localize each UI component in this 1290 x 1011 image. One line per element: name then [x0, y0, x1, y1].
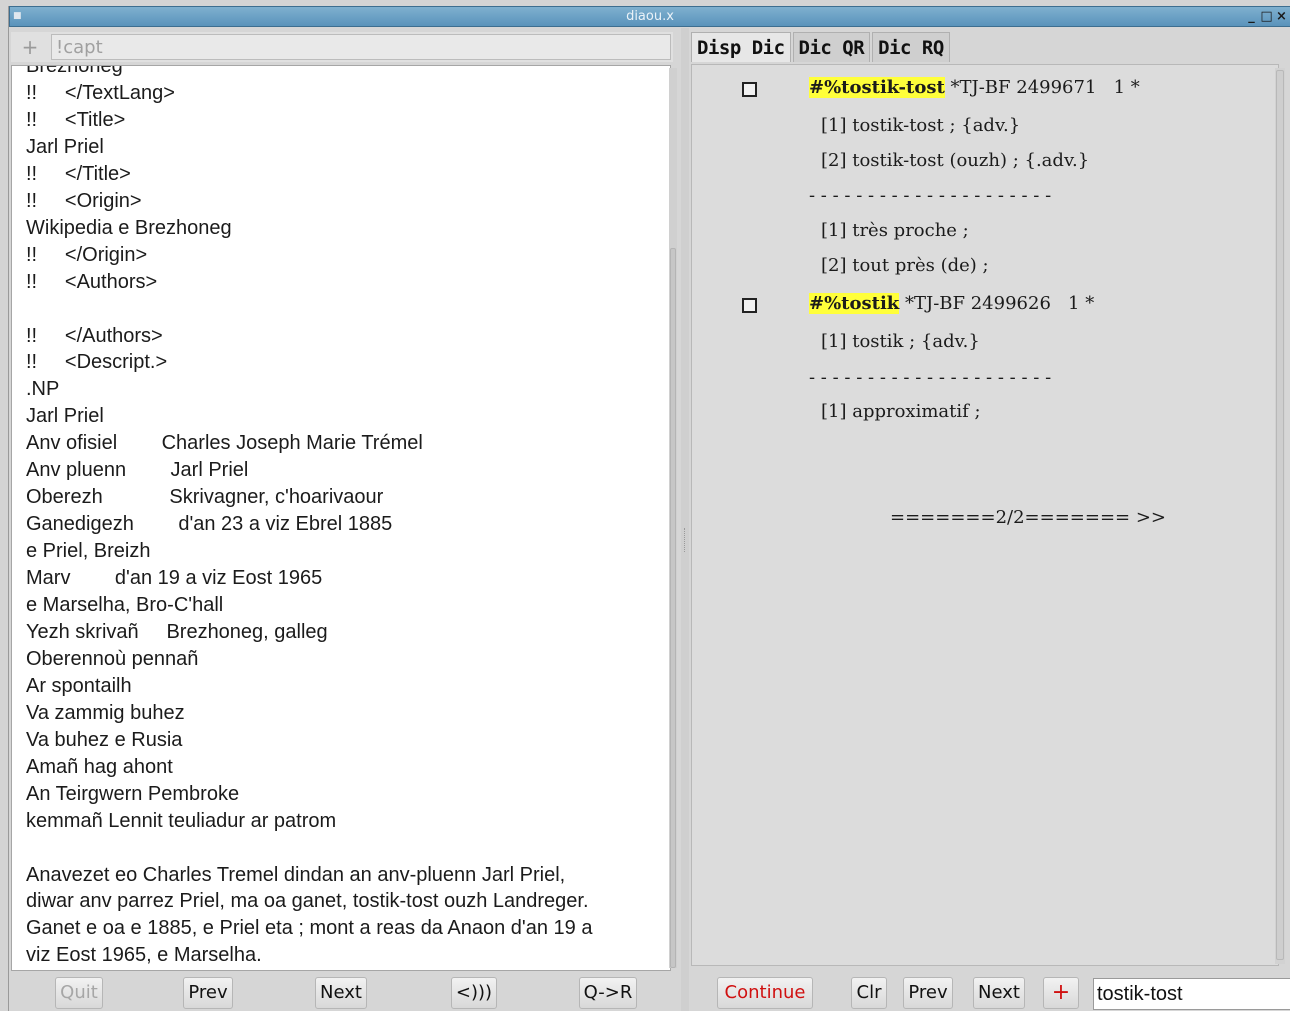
- text-line: !! </TextLang>: [26, 81, 175, 104]
- entry-checkbox[interactable]: [742, 82, 757, 97]
- text-line: Marv d'an 19 a viz Eost 1965: [26, 567, 323, 590]
- text-line: Jarl Priel: [26, 405, 104, 428]
- entry-translation: [2] tout près (de) ;: [821, 255, 989, 276]
- scroll-thumb[interactable]: [670, 248, 676, 968]
- text-line: Ganedigezh d'an 23 a viz Ebrel 1885: [26, 513, 393, 536]
- pane-splitter[interactable]: [681, 28, 689, 1011]
- window-title: diaou.x: [626, 9, 674, 24]
- text-line: Anavezet eo Charles Tremel dindan an anv…: [26, 863, 566, 886]
- entry-header: #%tostik *TJ-BF 2499626 1 *: [809, 293, 1094, 315]
- text-line: Oberennoù pennañ: [26, 647, 199, 670]
- entry-sense: [1] tostik-tost ; {adv.}: [821, 115, 1021, 136]
- text-line: !! <Descript.>: [26, 351, 168, 374]
- word-input[interactable]: [1093, 978, 1290, 1010]
- speak-button[interactable]: <))): [451, 977, 497, 1009]
- text-line: kemmañ Lennit teuliadur ar patrom: [26, 809, 337, 832]
- text-line: .NP: [26, 378, 60, 401]
- text-line: !! </Authors>: [26, 324, 163, 347]
- entry-headword[interactable]: #%tostik: [809, 293, 900, 314]
- dictionary-pane: Disp Dic Dic QR Dic RQ #%tostik-tost *TJ…: [689, 28, 1290, 1011]
- scroll-thumb[interactable]: [1276, 70, 1284, 960]
- tab-dic-qr[interactable]: Dic QR: [792, 32, 871, 62]
- entry-meta: *TJ-BF 2499671 1 *: [944, 77, 1140, 98]
- minimize-icon[interactable]: _: [1245, 8, 1258, 25]
- maximize-icon[interactable]: □: [1260, 8, 1273, 25]
- entry-header: #%tostik-tost *TJ-BF 2499671 1 *: [809, 77, 1140, 99]
- text-scrollbar[interactable]: [669, 68, 677, 968]
- next-button[interactable]: Next: [315, 977, 367, 1009]
- app-window: ■ diaou.x _ □ × + Brezhoneg !! </TextLang…: [8, 6, 1290, 1011]
- query-reverse-button[interactable]: Q->R: [579, 977, 637, 1009]
- tab-disp-dic[interactable]: Disp Dic: [691, 32, 791, 62]
- entry-translation: [1] approximatif ;: [821, 401, 981, 422]
- prev-button[interactable]: Prev: [903, 977, 953, 1009]
- entry-translation: [1] très proche ;: [821, 220, 969, 241]
- quit-button[interactable]: Quit: [55, 977, 103, 1009]
- dictionary-tabs: Disp Dic Dic QR Dic RQ: [691, 32, 952, 62]
- text-line: !! <Origin>: [26, 189, 142, 212]
- entry-separator: - - - - - - - - - - - - - - - - - - - - …: [809, 185, 1052, 206]
- entry-checkbox[interactable]: [742, 298, 757, 313]
- clear-button[interactable]: Clr: [851, 977, 887, 1009]
- prev-button[interactable]: Prev: [183, 977, 233, 1009]
- text-line: Anv pluenn Jarl Priel: [26, 459, 249, 482]
- text-viewer[interactable]: Brezhoneg !! </TextLang> !! <Title> Jarl Pr…: [11, 65, 671, 971]
- search-bar: +: [11, 32, 673, 62]
- text-pane: + Brezhoneg !! </TextLang> !! <Title> Jarl …: [9, 28, 679, 1011]
- continue-button[interactable]: Continue: [717, 977, 813, 1009]
- add-search-icon[interactable]: +: [19, 37, 41, 59]
- text-line: !! </Origin>: [26, 243, 148, 266]
- dictionary-toolbar: Continue Clr Prev Next +: [689, 977, 1290, 1011]
- tab-dic-rq[interactable]: Dic RQ: [872, 32, 950, 62]
- text-line: Brezhoneg: [26, 65, 123, 77]
- text-line: Va zammig buhez: [26, 701, 185, 724]
- add-word-button[interactable]: +: [1043, 977, 1079, 1009]
- text-line: Ganet e oa e 1885, e Priel eta ; mont a …: [26, 917, 593, 940]
- text-line: Oberezh Skrivagner, c'hoarivaour: [26, 486, 384, 509]
- text-line: e Marselha, Bro-C'hall: [26, 594, 224, 616]
- text-line: viz Eost 1965, e Marselha.: [26, 944, 262, 967]
- entry-separator: - - - - - - - - - - - - - - - - - - - - …: [809, 367, 1052, 388]
- dictionary-scrollbar[interactable]: [1275, 68, 1285, 964]
- text-line: An Teirgwern Pembroke: [26, 782, 240, 805]
- text-line: Amañ hag ahont: [26, 755, 173, 778]
- window-controls: _ □ ×: [1245, 8, 1288, 25]
- splitter-grip[interactable]: [684, 528, 686, 552]
- text-line: !! </Title>: [26, 162, 131, 185]
- search-input[interactable]: [51, 34, 671, 60]
- text-toolbar: Quit Prev Next <))) Q->R: [9, 977, 679, 1011]
- entry-sense: [1] tostik ; {adv.}: [821, 331, 980, 352]
- text-line: !! <Title>: [26, 108, 126, 131]
- page-indicator[interactable]: =======2/2======= >>: [890, 507, 1166, 529]
- next-button[interactable]: Next: [973, 977, 1025, 1009]
- text-line: Wikipedia e Brezhoneg: [26, 216, 232, 239]
- text-line: e Priel, Breizh: [26, 540, 151, 563]
- close-icon[interactable]: ×: [1275, 8, 1288, 25]
- title-bar[interactable]: ■ diaou.x _ □ ×: [9, 6, 1290, 27]
- text-line: Anv ofisiel Charles Joseph Marie Trémel: [26, 432, 423, 455]
- text-line: diwar anv parrez Priel, ma oa ganet, tos…: [26, 890, 589, 913]
- text-line: !! <Authors>: [26, 270, 158, 293]
- text-line: Va buhez e Rusia: [26, 728, 183, 751]
- entry-meta: *TJ-BF 2499626 1 *: [899, 293, 1095, 314]
- dictionary-view[interactable]: #%tostik-tost *TJ-BF 2499671 1 * [1] tos…: [691, 64, 1279, 966]
- text-line: Ar spontailh: [26, 674, 132, 697]
- text-line: Jarl Priel: [26, 135, 104, 158]
- text-line: Yezh skrivañ Brezhoneg, galleg: [26, 620, 328, 643]
- entry-sense: [2] tostik-tost (ouzh) ; {.adv.}: [821, 150, 1090, 171]
- entry-headword[interactable]: #%tostik-tost: [809, 77, 945, 98]
